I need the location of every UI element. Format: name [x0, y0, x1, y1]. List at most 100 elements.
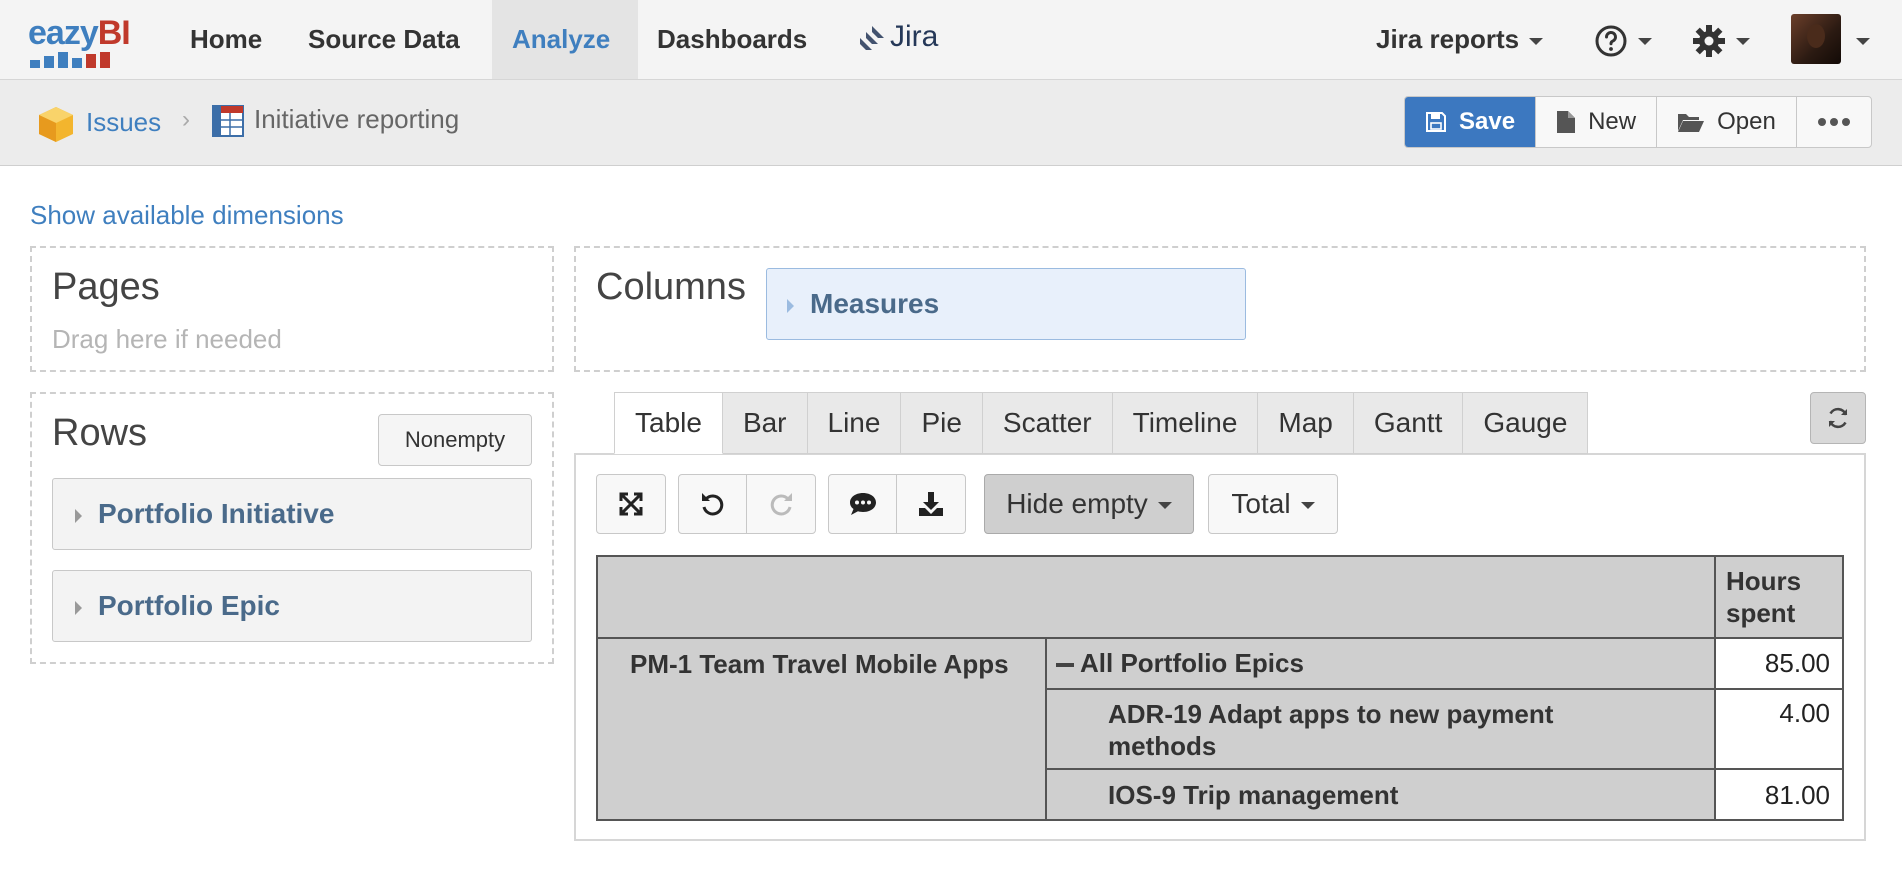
row-header-epic[interactable]: IOS-9 Trip management	[1108, 780, 1398, 811]
column-header-hours-spent[interactable]: Hours spent	[1726, 565, 1836, 629]
nonempty-button[interactable]: Nonempty	[378, 414, 532, 466]
nav-jira[interactable]: Jira	[858, 0, 938, 79]
redo-button[interactable]	[747, 475, 815, 533]
export-button[interactable]	[897, 475, 965, 533]
row-header-all-portfolio-epics[interactable]: All Portfolio Epics	[1056, 648, 1304, 679]
nav-home[interactable]: Home	[170, 0, 282, 79]
ellipsis-icon	[1817, 118, 1850, 126]
row-dimension-portfolio-epic[interactable]: Portfolio Epic	[52, 570, 532, 642]
help-dropdown[interactable]	[1594, 0, 1652, 79]
row-dimension-portfolio-initiative[interactable]: Portfolio Initiative	[52, 478, 532, 550]
comment-icon	[849, 493, 876, 515]
row-header-initiative[interactable]: PM-1 Team Travel Mobile Apps	[630, 648, 1030, 680]
jira-label: Jira	[890, 20, 939, 53]
table-divider	[1045, 768, 1844, 770]
report-header-bar: Issues › Initiative reporting Save New O…	[0, 80, 1902, 166]
table-report-icon	[212, 105, 244, 138]
expand-caret-icon	[75, 508, 82, 523]
columns-title: Columns	[596, 266, 746, 308]
new-label: New	[1588, 108, 1637, 135]
open-button[interactable]: Open	[1657, 97, 1797, 147]
comments-button[interactable]	[829, 475, 897, 533]
pages-title: Pages	[52, 266, 160, 308]
new-button[interactable]: New	[1536, 97, 1658, 147]
user-menu-toggle[interactable]	[1846, 0, 1870, 79]
row-label: All Portfolio Epics	[1080, 648, 1304, 678]
table-divider	[596, 637, 1844, 639]
nav-dashboards[interactable]: Dashboards	[637, 0, 827, 79]
tab-timeline[interactable]: Timeline	[1112, 392, 1259, 454]
tab-scatter[interactable]: Scatter	[982, 392, 1113, 454]
expand-arrows-icon	[619, 492, 643, 516]
tab-bar[interactable]: Bar	[722, 392, 808, 454]
hide-empty-label: Hide empty	[1006, 488, 1148, 519]
breadcrumb-cube-label: Issues	[86, 106, 162, 137]
hide-empty-dropdown[interactable]: Hide empty	[984, 474, 1194, 534]
breadcrumb-separator-icon: ›	[182, 106, 190, 133]
table-divider	[1045, 637, 1047, 821]
pages-hint: Drag here if needed	[52, 324, 282, 354]
open-label: Open	[1717, 108, 1776, 135]
undo-icon	[701, 493, 723, 516]
collapse-minus-icon[interactable]	[1056, 663, 1074, 668]
undo-button[interactable]	[679, 475, 747, 533]
dimension-label: Portfolio Initiative	[98, 498, 335, 529]
table-cell-value: 85.00	[1764, 648, 1830, 678]
user-avatar[interactable]	[1791, 14, 1841, 64]
report-name: Initiative reporting	[254, 104, 460, 134]
eazybi-logo[interactable]: eazyBI	[28, 12, 152, 68]
logo-bars	[30, 52, 110, 68]
redo-icon	[770, 493, 792, 516]
nav-source-data[interactable]: Source Data	[288, 0, 480, 79]
jira-icon	[860, 26, 884, 51]
more-actions-button[interactable]	[1797, 97, 1871, 147]
breadcrumb-cube[interactable]: Issues	[36, 104, 161, 144]
new-file-icon	[1557, 111, 1576, 133]
save-label: Save	[1459, 108, 1516, 135]
fullscreen-button[interactable]	[597, 475, 665, 533]
breadcrumb-report: Initiative reporting	[212, 104, 460, 138]
dimension-label: Portfolio Epic	[98, 590, 280, 621]
jira-reports-dropdown[interactable]: Jira reports	[1376, 0, 1544, 79]
table-cell-value: 4.00	[1779, 698, 1830, 728]
tab-gantt[interactable]: Gantt	[1353, 392, 1464, 454]
table-divider	[1045, 688, 1844, 690]
logo-text: eazyBI	[28, 14, 131, 52]
gear-icon	[1693, 25, 1725, 58]
tab-line[interactable]: Line	[807, 392, 902, 454]
expand-caret-icon	[75, 600, 82, 615]
view-tabs: Table Bar Line Pie Scatter Timeline Map …	[614, 392, 1589, 454]
dimension-label: Measures	[810, 288, 940, 319]
table-cell-value: 81.00	[1764, 780, 1830, 810]
tab-gauge[interactable]: Gauge	[1463, 392, 1589, 454]
tab-pie[interactable]: Pie	[901, 392, 983, 454]
settings-dropdown[interactable]	[1692, 0, 1750, 79]
floppy-disk-icon	[1426, 112, 1446, 132]
column-dimension-measures[interactable]: Measures	[766, 268, 1246, 340]
chevron-down-icon	[1736, 37, 1750, 45]
nav-analyze[interactable]: Analyze	[492, 0, 638, 79]
row-header-epic[interactable]: ADR-19 Adapt apps to new payment methods	[1108, 698, 1668, 762]
chevron-down-icon	[1638, 37, 1652, 45]
jira-reports-label: Jira reports	[1376, 24, 1520, 54]
undo-redo-group	[678, 474, 816, 534]
chevron-down-icon	[1856, 37, 1870, 45]
chevron-down-icon	[1157, 502, 1172, 510]
total-label: Total	[1231, 488, 1291, 519]
download-icon	[919, 492, 943, 516]
refresh-button[interactable]	[1810, 392, 1866, 444]
show-dimensions-link[interactable]: Show available dimensions	[30, 200, 344, 231]
expand-caret-icon	[787, 298, 794, 313]
comment-export-group	[828, 474, 966, 534]
fullscreen-group	[596, 474, 666, 534]
tab-table[interactable]: Table	[614, 392, 723, 454]
refresh-icon	[1828, 407, 1848, 429]
cube-box-icon	[39, 107, 73, 142]
folder-open-icon	[1678, 114, 1705, 132]
top-navbar: eazyBI Home Source Data Analyze Dashboar…	[0, 0, 1902, 80]
save-button[interactable]: Save	[1405, 97, 1537, 147]
tab-map[interactable]: Map	[1258, 392, 1354, 454]
chevron-down-icon	[1529, 37, 1544, 45]
total-dropdown[interactable]: Total	[1208, 474, 1338, 534]
question-circle-icon	[1595, 25, 1627, 57]
